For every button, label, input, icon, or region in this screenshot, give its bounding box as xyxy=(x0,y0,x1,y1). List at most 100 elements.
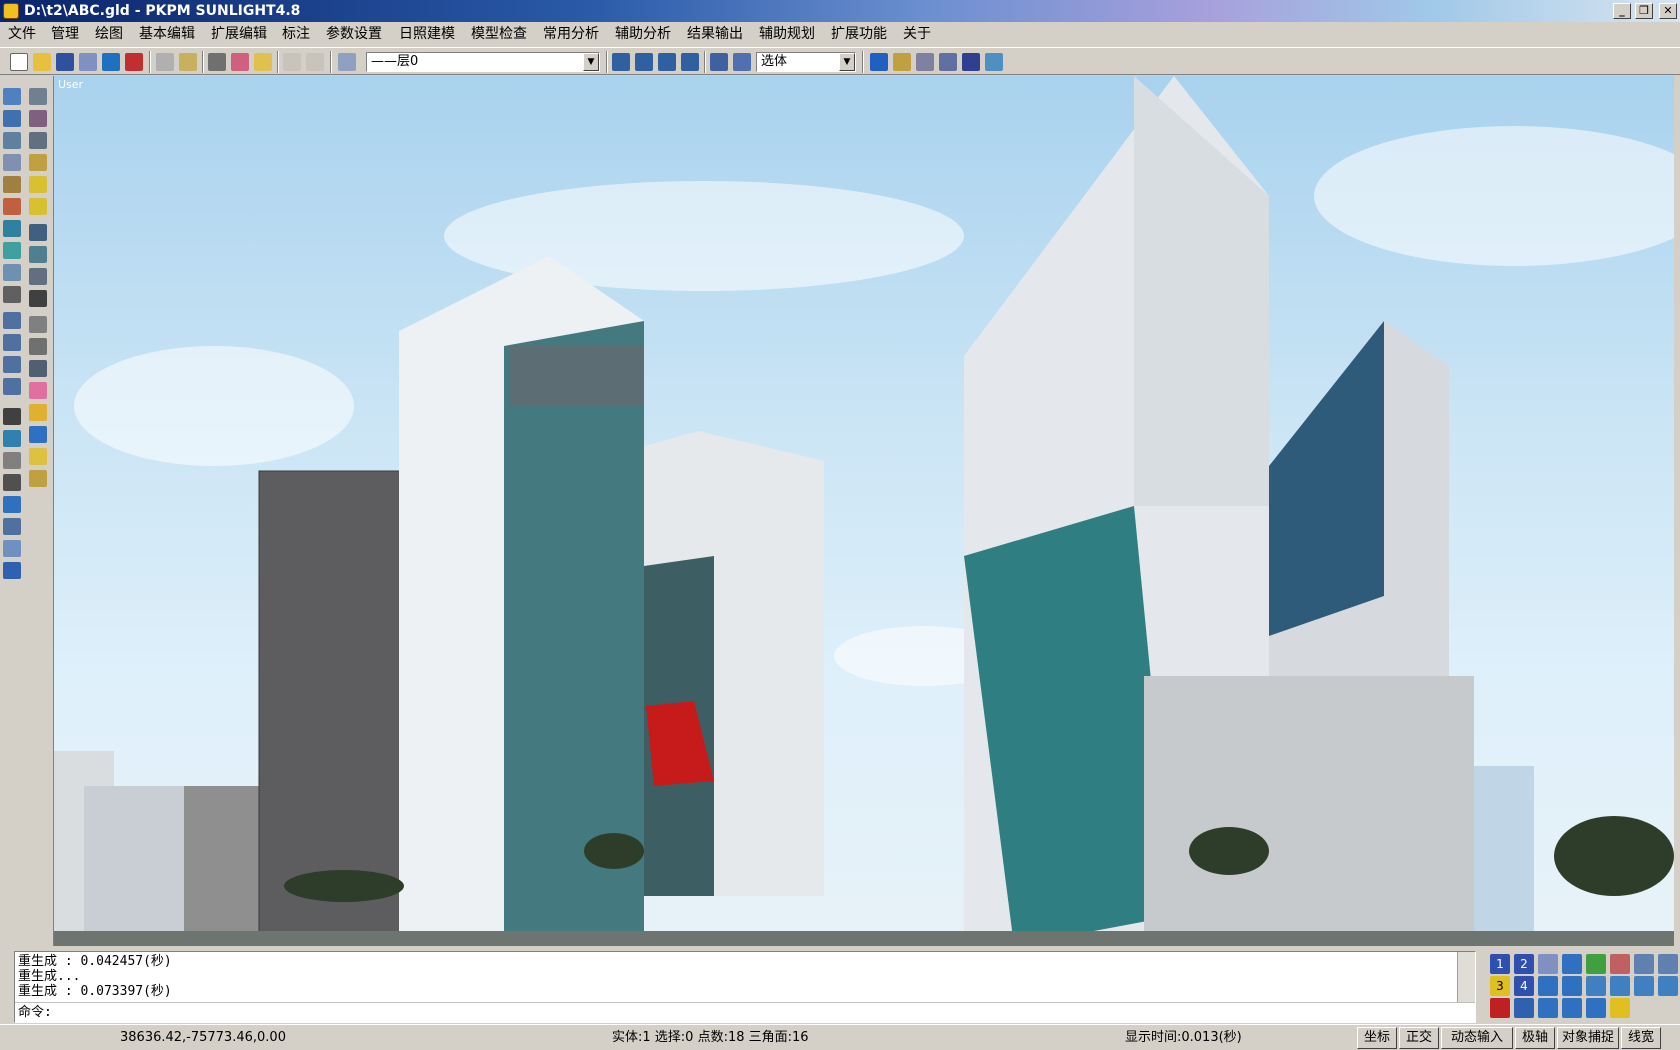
site-icon[interactable] xyxy=(29,198,47,215)
extrude-icon[interactable] xyxy=(3,430,21,447)
side-view-icon[interactable] xyxy=(1634,976,1654,996)
revolve-icon[interactable] xyxy=(3,452,21,469)
arc-icon[interactable] xyxy=(658,53,676,71)
stair-icon[interactable] xyxy=(29,224,47,241)
lights-icon[interactable] xyxy=(1610,998,1630,1018)
scale-icon[interactable] xyxy=(3,264,21,281)
block-icon[interactable] xyxy=(939,53,957,71)
circle-icon[interactable] xyxy=(635,53,653,71)
slice-icon[interactable] xyxy=(3,562,21,579)
union-icon[interactable] xyxy=(3,496,21,513)
menu-draw[interactable]: 绘图 xyxy=(91,25,127,43)
mirror-icon[interactable] xyxy=(3,132,21,149)
zoom-window-icon[interactable] xyxy=(1634,954,1654,974)
extend-icon[interactable] xyxy=(3,334,21,351)
roof-icon[interactable] xyxy=(29,132,47,149)
ortho-toggle[interactable]: 正交 xyxy=(1399,1027,1439,1049)
menu-extensions[interactable]: 扩展功能 xyxy=(827,25,891,43)
glasses-icon[interactable] xyxy=(3,474,21,491)
zoom-plus-icon[interactable] xyxy=(1538,976,1558,996)
viewport-4-button[interactable]: 4 xyxy=(1514,976,1534,996)
chevron-down-icon[interactable]: ▼ xyxy=(583,53,599,71)
menu-sunlight-modeling[interactable]: 日照建模 xyxy=(395,25,459,43)
box-icon[interactable] xyxy=(3,408,21,425)
front-view-icon[interactable] xyxy=(1610,976,1630,996)
viewport-2-button[interactable]: 2 xyxy=(1514,954,1534,974)
viewport-1-button[interactable]: 1 xyxy=(1490,954,1510,974)
window-icon[interactable] xyxy=(29,110,47,127)
save-as-icon[interactable] xyxy=(79,53,97,71)
ucs-icon[interactable] xyxy=(1514,998,1534,1018)
offset-icon[interactable] xyxy=(3,242,21,259)
report-icon[interactable] xyxy=(29,470,47,487)
paste-icon[interactable] xyxy=(231,53,249,71)
pointer-icon[interactable] xyxy=(156,53,174,71)
zoom-in-icon[interactable] xyxy=(1562,954,1582,974)
chevron-down-icon[interactable]: ▼ xyxy=(839,53,855,71)
cylinder-icon[interactable] xyxy=(733,53,751,71)
open-folder-icon[interactable] xyxy=(33,53,51,71)
chart-icon[interactable] xyxy=(29,426,47,443)
command-scrollbar[interactable] xyxy=(1457,952,1475,1002)
pencil-icon[interactable] xyxy=(3,176,21,193)
minimize-button[interactable]: _ xyxy=(1613,3,1631,19)
menu-about[interactable]: 关于 xyxy=(899,25,935,43)
save-icon[interactable] xyxy=(56,53,74,71)
label-icon[interactable] xyxy=(29,338,47,355)
dimension-icon[interactable] xyxy=(29,268,47,285)
building-icon[interactable] xyxy=(29,154,47,171)
record-icon[interactable] xyxy=(1490,998,1510,1018)
shade-icon[interactable] xyxy=(1562,998,1582,1018)
new-file-icon[interactable] xyxy=(10,53,28,71)
menu-file[interactable]: 文件 xyxy=(4,25,40,43)
render-icon[interactable] xyxy=(985,53,1003,71)
drawing-viewport[interactable]: User xyxy=(54,76,1674,946)
pan-icon[interactable] xyxy=(1610,954,1630,974)
lineweight-toggle[interactable]: 线宽 xyxy=(1621,1027,1661,1049)
globe-icon[interactable] xyxy=(1586,954,1606,974)
command-input[interactable]: 命令: xyxy=(15,1002,1475,1022)
light-icon[interactable] xyxy=(870,53,888,71)
text-icon[interactable] xyxy=(29,290,47,307)
menu-extended-edit[interactable]: 扩展编辑 xyxy=(207,25,271,43)
menu-result-output[interactable]: 结果输出 xyxy=(683,25,747,43)
trim-icon[interactable] xyxy=(3,312,21,329)
match-properties-icon[interactable] xyxy=(179,53,197,71)
redo-icon[interactable] xyxy=(306,53,324,71)
polyline-icon[interactable] xyxy=(612,53,630,71)
layers-icon[interactable] xyxy=(338,53,356,71)
top-view-icon[interactable] xyxy=(1586,976,1606,996)
undo-icon[interactable] xyxy=(283,53,301,71)
move-icon[interactable] xyxy=(3,88,21,105)
cloud-icon[interactable] xyxy=(29,316,47,333)
layer-dropdown[interactable]: ——层0 ▼ xyxy=(366,52,600,72)
coord-toggle[interactable]: 坐标 xyxy=(1357,1027,1397,1049)
lock-icon[interactable] xyxy=(962,53,980,71)
erase-icon[interactable] xyxy=(3,198,21,215)
sun-icon[interactable] xyxy=(29,448,47,465)
subtract-icon[interactable] xyxy=(3,518,21,535)
balcony-icon[interactable] xyxy=(29,246,47,263)
selection-mode-dropdown[interactable]: 选体 ▼ xyxy=(756,52,856,72)
menu-aux-analysis[interactable]: 辅助分析 xyxy=(611,25,675,43)
export-icon[interactable] xyxy=(125,53,143,71)
restore-button[interactable]: ❐ xyxy=(1635,3,1653,19)
viewport-3-button[interactable]: 3 xyxy=(1490,976,1510,996)
cube-icon[interactable] xyxy=(1538,998,1558,1018)
menu-parameters[interactable]: 参数设置 xyxy=(322,25,386,43)
menu-annotate[interactable]: 标注 xyxy=(278,25,314,43)
brush-icon[interactable] xyxy=(254,53,272,71)
layer-state-icon[interactable] xyxy=(893,53,911,71)
iso-view-icon[interactable] xyxy=(1658,976,1678,996)
rectangle-icon[interactable] xyxy=(681,53,699,71)
copy-icon[interactable] xyxy=(208,53,226,71)
zoom-extents-icon[interactable] xyxy=(1658,954,1678,974)
grid-icon[interactable] xyxy=(916,53,934,71)
array-icon[interactable] xyxy=(3,220,21,237)
rotate-icon[interactable] xyxy=(3,110,21,127)
named-views-icon[interactable] xyxy=(1538,954,1558,974)
close-button[interactable]: ✕ xyxy=(1659,3,1677,19)
menu-manage[interactable]: 管理 xyxy=(47,25,83,43)
menu-common-analysis[interactable]: 常用分析 xyxy=(539,25,603,43)
object-snap-toggle[interactable]: 对象捕捉 xyxy=(1557,1027,1619,1049)
